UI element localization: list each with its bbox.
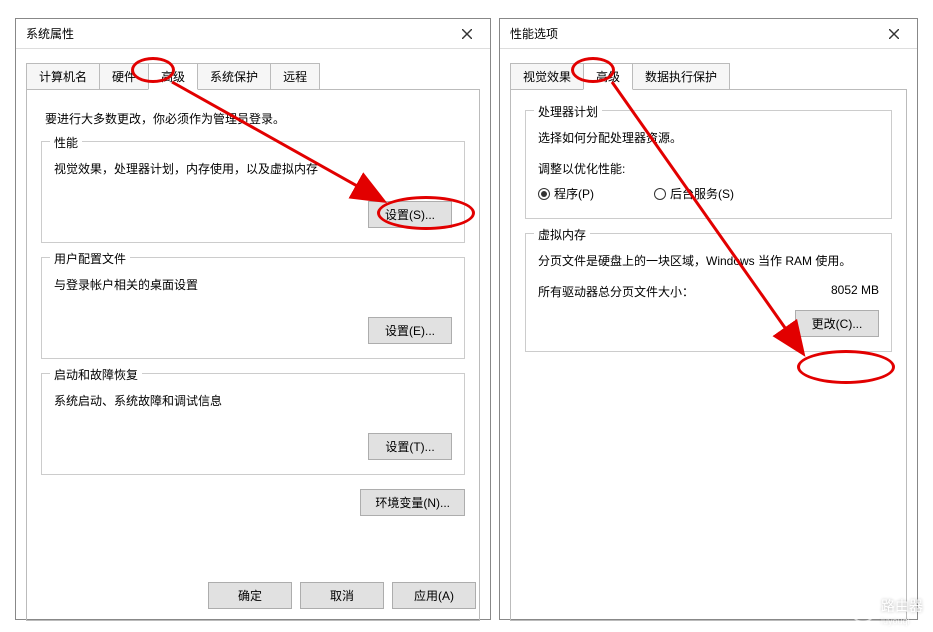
user-profiles-title: 用户配置文件 xyxy=(50,250,130,267)
advanced-tab-content: 要进行大多数更改，你必须作为管理员登录。 性能 视觉效果，处理器计划，内存使用，… xyxy=(26,89,480,621)
virtual-memory-title: 虚拟内存 xyxy=(534,226,590,243)
performance-group: 性能 视觉效果，处理器计划，内存使用，以及虚拟内存 设置(S)... xyxy=(41,141,465,243)
radio-icon xyxy=(538,188,550,200)
dialog-title: 性能选项 xyxy=(510,25,558,42)
watermark: 路由器 luyouqi xyxy=(851,596,923,626)
titlebar: 系统属性 xyxy=(16,19,490,49)
radio-background-label: 后台服务(S) xyxy=(670,185,734,202)
tab-advanced[interactable]: 高级 xyxy=(148,63,198,90)
system-properties-dialog: 系统属性 计算机名 硬件 高级 系统保护 远程 要进行大多数更改，你必须作为管理… xyxy=(15,18,491,620)
change-button[interactable]: 更改(C)... xyxy=(795,310,879,337)
processor-scheduling-group: 处理器计划 选择如何分配处理器资源。 调整以优化性能: 程序(P) 后台服务(S… xyxy=(525,110,892,219)
dialog-footer-buttons: 确定 取消 应用(A) xyxy=(208,582,476,609)
env-vars-button[interactable]: 环境变量(N)... xyxy=(360,489,465,516)
tabs-right: 视觉效果 高级 数据执行保护 xyxy=(510,63,907,90)
radio-programs-label: 程序(P) xyxy=(554,185,594,202)
virtual-memory-group: 虚拟内存 分页文件是硬盘上的一块区域，Windows 当作 RAM 使用。 所有… xyxy=(525,233,892,352)
advanced-tab-content: 处理器计划 选择如何分配处理器资源。 调整以优化性能: 程序(P) 后台服务(S… xyxy=(510,89,907,621)
tab-system-protection[interactable]: 系统保护 xyxy=(197,63,271,90)
performance-settings-button[interactable]: 设置(S)... xyxy=(368,201,452,228)
user-profiles-group: 用户配置文件 与登录帐户相关的桌面设置 设置(E)... xyxy=(41,257,465,359)
startup-recovery-group: 启动和故障恢复 系统启动、系统故障和调试信息 设置(T)... xyxy=(41,373,465,475)
user-profiles-desc: 与登录帐户相关的桌面设置 xyxy=(54,276,452,293)
paging-total-value: 8052 MB xyxy=(831,283,879,300)
startup-recovery-desc: 系统启动、系统故障和调试信息 xyxy=(54,392,452,409)
close-icon[interactable] xyxy=(452,23,482,45)
apply-button[interactable]: 应用(A) xyxy=(392,582,476,609)
adjust-label: 调整以优化性能: xyxy=(538,160,879,177)
performance-group-title: 性能 xyxy=(50,134,82,151)
user-profiles-settings-button[interactable]: 设置(E)... xyxy=(368,317,452,344)
ok-button[interactable]: 确定 xyxy=(208,582,292,609)
tab-hardware[interactable]: 硬件 xyxy=(99,63,149,90)
tab-computer-name[interactable]: 计算机名 xyxy=(26,63,100,90)
tab-visual-effects[interactable]: 视觉效果 xyxy=(510,63,584,90)
tabs-left: 计算机名 硬件 高级 系统保护 远程 xyxy=(26,63,480,90)
virtual-memory-desc: 分页文件是硬盘上的一块区域，Windows 当作 RAM 使用。 xyxy=(538,252,879,269)
tab-advanced[interactable]: 高级 xyxy=(583,63,633,90)
startup-recovery-settings-button[interactable]: 设置(T)... xyxy=(368,433,452,460)
admin-notice: 要进行大多数更改，你必须作为管理员登录。 xyxy=(45,110,465,127)
titlebar: 性能选项 xyxy=(500,19,917,49)
performance-options-dialog: 性能选项 视觉效果 高级 数据执行保护 处理器计划 选择如何分配处理器资源。 调… xyxy=(499,18,918,620)
dialog-title: 系统属性 xyxy=(26,25,74,42)
performance-desc: 视觉效果，处理器计划，内存使用，以及虚拟内存 xyxy=(54,160,452,177)
tab-remote[interactable]: 远程 xyxy=(270,63,320,90)
close-icon[interactable] xyxy=(879,23,909,45)
startup-recovery-title: 启动和故障恢复 xyxy=(50,366,142,383)
watermark-text: 路由器 xyxy=(881,596,923,616)
tab-dep[interactable]: 数据执行保护 xyxy=(632,63,730,90)
watermark-icon xyxy=(851,599,875,623)
watermark-subtext: luyouqi xyxy=(881,616,923,626)
radio-background[interactable]: 后台服务(S) xyxy=(654,185,734,202)
radio-programs[interactable]: 程序(P) xyxy=(538,185,594,202)
radio-icon xyxy=(654,188,666,200)
processor-scheduling-desc: 选择如何分配处理器资源。 xyxy=(538,129,879,146)
processor-scheduling-title: 处理器计划 xyxy=(534,103,602,120)
cancel-button[interactable]: 取消 xyxy=(300,582,384,609)
paging-total-label: 所有驱动器总分页文件大小： xyxy=(538,283,694,300)
